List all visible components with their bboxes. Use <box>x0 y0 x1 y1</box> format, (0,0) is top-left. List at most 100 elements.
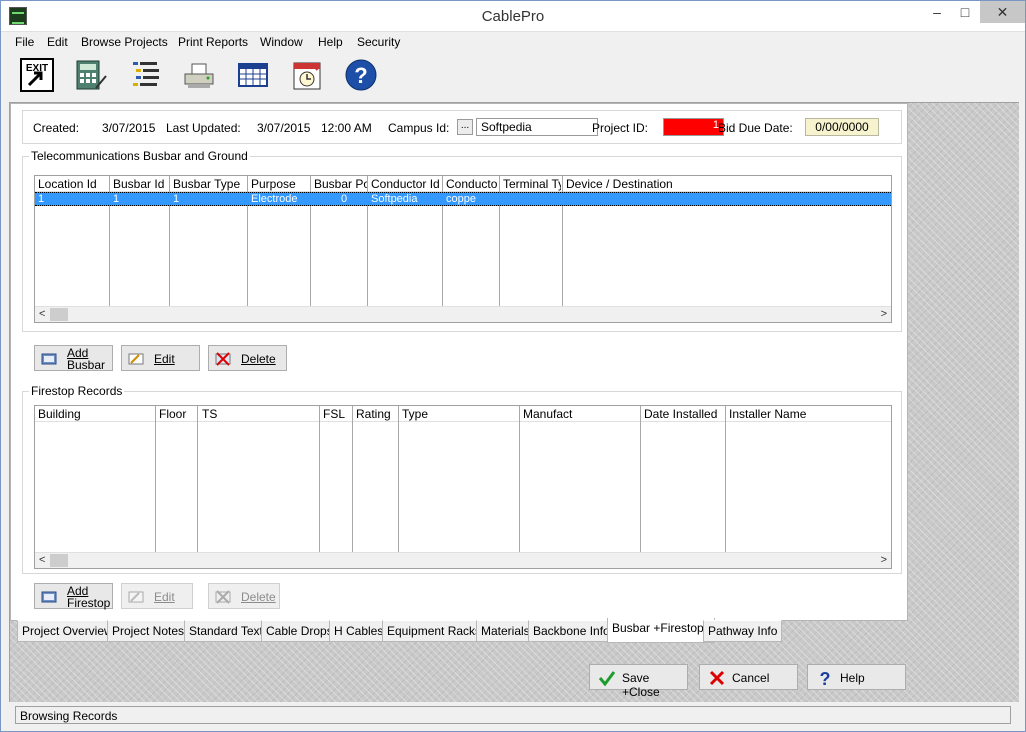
busbar-group-title: Telecommunications Busbar and Ground <box>29 149 250 163</box>
menu-window[interactable]: Window <box>260 35 303 49</box>
tab-busbar-firestops[interactable]: Busbar +Firestops <box>607 618 715 643</box>
column-header[interactable]: Terminal Typ <box>503 177 561 191</box>
tab-project-overview[interactable]: Project Overview <box>17 620 118 642</box>
busbar-group: Telecommunications Busbar and Ground Loc… <box>22 149 902 332</box>
title-bar[interactable]: CablePro – □ ✕ <box>1 1 1025 32</box>
edit-firestop-button[interactable]: Edit <box>121 583 193 609</box>
help-icon[interactable]: ? <box>344 58 378 92</box>
close-button[interactable]: ✕ <box>980 1 1025 23</box>
edit-firestop-label: Edit <box>154 590 175 604</box>
tab-project-notes[interactable]: Project Notes: <box>107 620 193 642</box>
edit-icon <box>128 353 144 365</box>
scroll-thumb[interactable] <box>50 308 68 321</box>
column-header[interactable]: TS <box>202 407 317 421</box>
scroll-left-arrow-icon[interactable]: < <box>39 308 45 320</box>
column-header[interactable]: Building <box>38 407 153 421</box>
table-cell[interactable]: 1 <box>38 193 44 205</box>
scroll-right-arrow-icon[interactable]: > <box>881 308 887 320</box>
column-header[interactable]: Date Installed <box>644 407 724 421</box>
table-cell[interactable]: 1 <box>113 193 119 205</box>
tab-materials[interactable]: Materials <box>476 620 535 642</box>
add-icon <box>41 591 57 603</box>
calendar-icon[interactable] <box>290 58 324 92</box>
last-updated-date: 3/07/2015 <box>257 121 311 135</box>
column-header[interactable]: Rating <box>356 407 396 421</box>
firestop-grid[interactable]: Building Floor TS FSL Rating Type Manufa… <box>34 405 892 569</box>
column-header[interactable]: Type <box>402 407 517 421</box>
column-header[interactable]: Busbar Type <box>173 177 247 191</box>
spreadsheet-icon[interactable] <box>236 58 270 92</box>
cancel-x-icon <box>709 670 725 686</box>
column-header[interactable]: Location Id <box>38 177 108 191</box>
cancel-label: Cancel <box>732 671 770 685</box>
printer-icon[interactable] <box>182 58 216 92</box>
tab-strip: Project Overview Project Notes: Standard… <box>17 618 783 644</box>
bid-due-date-field[interactable]: 0/00/0000 <box>805 118 879 136</box>
menu-edit[interactable]: Edit <box>47 35 68 49</box>
add-busbar-label: Add Busbar <box>67 346 106 372</box>
edit-icon <box>128 591 144 603</box>
created-label: Created: <box>33 121 80 135</box>
tab-pathway-info[interactable]: Pathway Info <box>703 620 783 642</box>
help-button[interactable]: ? Help <box>807 664 906 690</box>
project-form: Created: 3/07/2015 Last Updated: 3/07/20… <box>10 103 908 621</box>
menu-file[interactable]: File <box>15 35 34 49</box>
save-close-button[interactable]: Save +Close <box>589 664 688 699</box>
delete-firestop-label: Delete <box>241 590 276 604</box>
tab-h-cables[interactable]: H Cables <box>329 620 389 642</box>
menu-help[interactable]: Help <box>318 35 343 49</box>
busbar-grid[interactable]: Location Id Busbar Id Busbar Type Purpos… <box>34 175 892 323</box>
table-cell[interactable]: 0 <box>341 193 347 205</box>
firestop-grid-header: Building Floor TS FSL Rating Type Manufa… <box>35 406 891 422</box>
column-header[interactable]: Conductor Id <box>371 177 441 191</box>
table-cell[interactable]: coppe <box>446 193 476 205</box>
column-header[interactable]: Busbar Po: <box>314 177 367 191</box>
scroll-thumb[interactable] <box>50 554 68 567</box>
tab-equipment-racks[interactable]: Equipment Racks <box>382 620 487 642</box>
svg-text:?: ? <box>354 63 367 88</box>
campus-id-field[interactable]: Softpedia <box>476 118 598 136</box>
edit-busbar-button[interactable]: Edit <box>121 345 200 371</box>
table-cell[interactable]: Softpedia <box>371 193 417 205</box>
add-icon <box>41 353 57 365</box>
table-cell[interactable]: Electrode <box>251 193 297 205</box>
firestop-group-title: Firestop Records <box>29 384 125 398</box>
firestop-hscrollbar[interactable]: < > <box>35 552 891 568</box>
column-header[interactable]: Purpose <box>251 177 309 191</box>
table-cell[interactable]: 1 <box>173 193 179 205</box>
add-busbar-button[interactable]: Add Busbar <box>34 345 113 371</box>
tab-standard-text[interactable]: Standard Text <box>184 620 268 642</box>
created-value: 3/07/2015 <box>102 121 156 135</box>
menu-print-reports[interactable]: Print Reports <box>178 35 248 49</box>
column-header[interactable]: Conductor <box>446 177 498 191</box>
column-header[interactable]: Installer Name <box>729 407 839 421</box>
scroll-left-arrow-icon[interactable]: < <box>39 554 45 566</box>
menu-bar: File Edit Browse Projects Print Reports … <box>1 32 1025 52</box>
exit-icon[interactable]: EXIT <box>20 58 54 92</box>
busbar-hscrollbar[interactable]: < > <box>35 306 891 322</box>
list-icon[interactable] <box>129 58 163 92</box>
scroll-right-arrow-icon[interactable]: > <box>881 554 887 566</box>
last-updated-time: 12:00 AM <box>321 121 372 135</box>
delete-firestop-button[interactable]: Delete <box>208 583 280 609</box>
delete-busbar-button[interactable]: Delete <box>208 345 287 371</box>
calculator-icon[interactable] <box>74 58 108 92</box>
add-firestop-button[interactable]: Add Firestop <box>34 583 113 609</box>
menu-browse-projects[interactable]: Browse Projects <box>81 35 168 49</box>
delete-icon <box>215 352 231 366</box>
tab-cable-drops[interactable]: Cable Drops <box>261 620 338 642</box>
maximize-button[interactable]: □ <box>949 1 981 23</box>
checkmark-icon <box>598 671 616 687</box>
column-header[interactable]: FSL <box>323 407 351 421</box>
column-header[interactable]: Busbar Id <box>113 177 169 191</box>
column-header[interactable]: Manufact <box>523 407 638 421</box>
column-header[interactable]: Floor <box>159 407 197 421</box>
firestop-group: Firestop Records Building Floor TS FSL R… <box>22 384 902 574</box>
cancel-button[interactable]: Cancel <box>699 664 798 690</box>
window-title: CablePro <box>481 8 545 25</box>
campus-browse-button[interactable]: ... <box>457 119 473 135</box>
project-id-field[interactable]: 1 <box>663 118 724 136</box>
column-header[interactable]: Device / Destination <box>566 177 766 191</box>
tab-backbone-info[interactable]: Backbone Info <box>528 620 615 642</box>
menu-security[interactable]: Security <box>357 35 400 49</box>
